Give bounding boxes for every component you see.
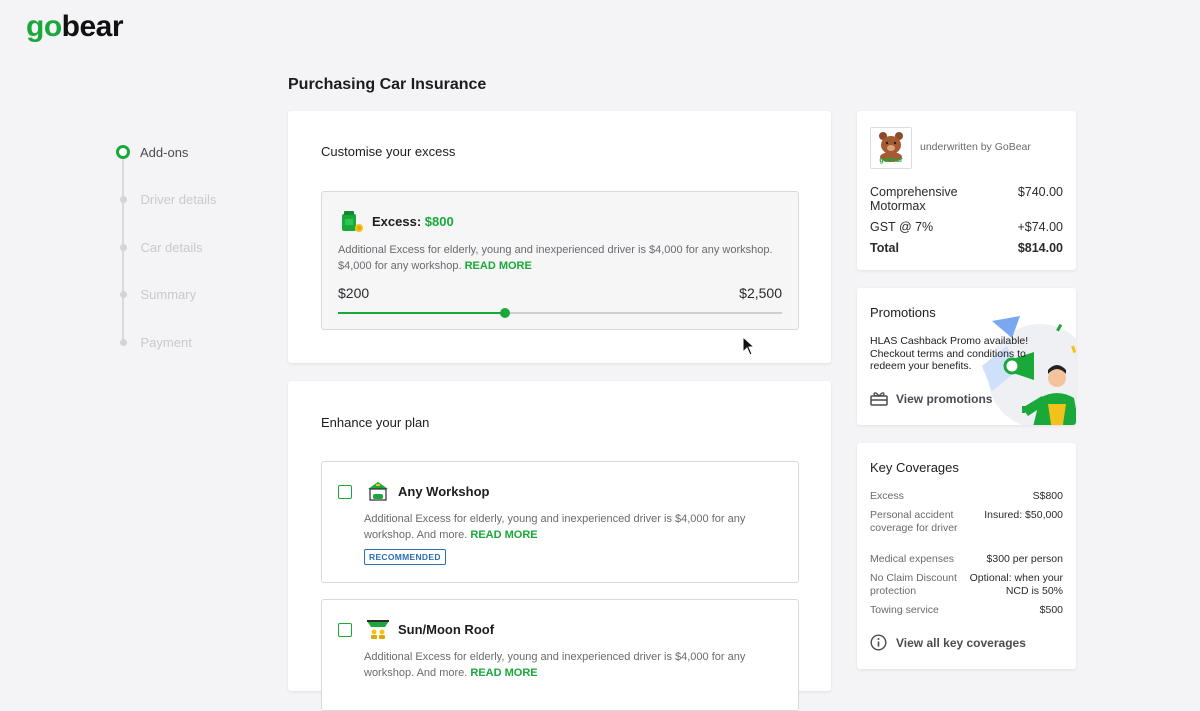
sunroof-icon: [367, 620, 389, 639]
coverage-label: Towing service: [870, 604, 939, 616]
excess-description-text: Additional Excess for elderly, young and…: [338, 244, 773, 272]
coverage-value: $300 per person: [986, 553, 1063, 565]
excess-title-prefix: Excess:: [372, 214, 422, 229]
coverage-label: Excess: [870, 490, 904, 502]
promotions-description: HLAS Cashback Promo available! Checkout …: [870, 335, 1029, 372]
excess-heading: Customise your excess: [321, 144, 456, 159]
recommended-badge: RECOMMENDED: [364, 549, 446, 565]
addon-read-more-link[interactable]: READ MORE: [470, 529, 537, 541]
summary-label: Comprehensive Motormax: [870, 185, 958, 213]
excess-description: Additional Excess for elderly, young and…: [338, 242, 778, 274]
step-label: Summary: [140, 286, 197, 302]
slider-min-label: $200: [338, 285, 370, 301]
logo-go-text: go: [26, 10, 62, 43]
key-coverages-card: Key Coverages Excess S$800 Personal acci…: [857, 443, 1076, 669]
page-title: Purchasing Car Insurance: [288, 76, 487, 93]
logo-bear-text: bear: [61, 10, 124, 43]
addon-description: Additional Excess for elderly, young and…: [364, 511, 764, 543]
step-label: Driver details: [140, 191, 217, 207]
excess-slider[interactable]: [338, 308, 782, 318]
step-label: Car details: [140, 239, 203, 255]
promotions-card: Promotions HLAS Cashback Promo available…: [857, 288, 1076, 425]
step-indicator-active: [116, 145, 130, 159]
addon-description: Additional Excess for elderly, young and…: [364, 649, 764, 681]
addon-any-workshop: Any Workshop Additional Excess for elder…: [321, 461, 799, 583]
step-summary[interactable]: Summary: [116, 285, 196, 303]
price-summary-card: gobear underwritten by GoBear Comprehens…: [857, 111, 1076, 270]
coverage-row: No Claim Discount protection Optional: w…: [870, 572, 1063, 597]
addon-name: Sun/Moon Roof: [398, 622, 495, 637]
coverage-row: Towing service $500: [870, 604, 1063, 617]
promotions-title: Promotions: [870, 305, 936, 320]
addon-name: Any Workshop: [398, 484, 490, 499]
coverage-label: Medical expenses: [870, 553, 955, 565]
summary-row-total: Total $814.00: [870, 241, 1063, 255]
step-label: Add-ons: [140, 144, 189, 160]
summary-value: +$74.00: [1017, 220, 1063, 234]
progress-stepper: Add-ons Driver details Car details Summa…: [116, 143, 276, 363]
coverage-label: Personal accident coverage for driver: [870, 509, 958, 534]
view-all-key-coverages-link[interactable]: View all key coverages: [870, 634, 1026, 651]
coverage-label: No Claim Discount protection: [870, 572, 957, 597]
info-icon: [870, 634, 887, 651]
summary-value: $814.00: [1017, 241, 1063, 255]
summary-row-plan: Comprehensive Motormax $740.00: [870, 185, 1063, 213]
excess-amount: $800: [424, 214, 454, 229]
summary-label: GST @ 7%: [870, 220, 934, 234]
step-indicator: [119, 290, 127, 298]
summary-label: Total: [870, 241, 899, 255]
underwritten-text: underwritten by GoBear: [920, 141, 1031, 153]
addon-read-more-link[interactable]: READ MORE: [470, 667, 537, 679]
view-promotions-link[interactable]: View promotions: [870, 391, 992, 406]
step-add-ons[interactable]: Add-ons: [116, 143, 188, 161]
view-all-key-coverages-label: View all key coverages: [896, 635, 1026, 650]
coverage-value: Optional: when your NCD is 50%: [969, 572, 1063, 597]
addon-checkbox[interactable]: [338, 485, 352, 499]
workshop-icon: [368, 482, 388, 501]
slider-max-label: $2,500: [739, 285, 782, 301]
bear-caption: gobear: [879, 157, 903, 164]
enhance-plan-heading: Enhance your plan: [321, 415, 430, 430]
coverage-row: Personal accident coverage for driver In…: [870, 509, 1063, 534]
excess-panel: Excess: $800 Additional Excess for elder…: [321, 191, 799, 330]
addon-sun-moon-roof: Sun/Moon Roof Additional Excess for elde…: [321, 599, 799, 711]
gobear-logo[interactable]: gobear: [26, 10, 124, 44]
enhance-plan-card: Enhance your plan Any Workshop Additiona…: [288, 381, 831, 711]
excess-card: Customise your excess Excess: $800 Addit…: [288, 111, 831, 363]
step-payment[interactable]: Payment: [116, 333, 192, 351]
money-jar-icon: [342, 211, 363, 232]
gift-icon: [870, 392, 888, 406]
slider-fill: [338, 312, 505, 314]
step-label: Payment: [140, 334, 192, 350]
addon-description-text: Additional Excess for elderly, young and…: [364, 513, 746, 541]
step-indicator: [119, 243, 127, 251]
step-indicator: [119, 195, 127, 203]
step-car-details[interactable]: Car details: [116, 238, 203, 256]
coverage-value: Insured: $50,000: [984, 509, 1063, 521]
coverage-row: Excess S$800: [870, 490, 1063, 503]
mouse-cursor-icon: [742, 336, 756, 356]
coverage-value: $500: [1039, 604, 1063, 616]
slider-thumb[interactable]: [499, 308, 510, 318]
view-promotions-label: View promotions: [896, 391, 993, 406]
excess-read-more-link[interactable]: READ MORE: [465, 260, 532, 272]
step-indicator: [119, 338, 127, 346]
summary-row-gst: GST @ 7% +$74.00: [870, 220, 1063, 234]
addon-checkbox[interactable]: [338, 623, 352, 637]
gobear-insurer-logo: gobear: [870, 127, 912, 169]
coverage-value: S$800: [1032, 490, 1063, 502]
key-coverages-title: Key Coverages: [870, 460, 959, 475]
step-driver-details[interactable]: Driver details: [116, 190, 216, 208]
coverage-row: Medical expenses $300 per person: [870, 553, 1063, 566]
excess-title: Excess: $800: [372, 214, 454, 229]
summary-value: $740.00: [1017, 185, 1063, 199]
